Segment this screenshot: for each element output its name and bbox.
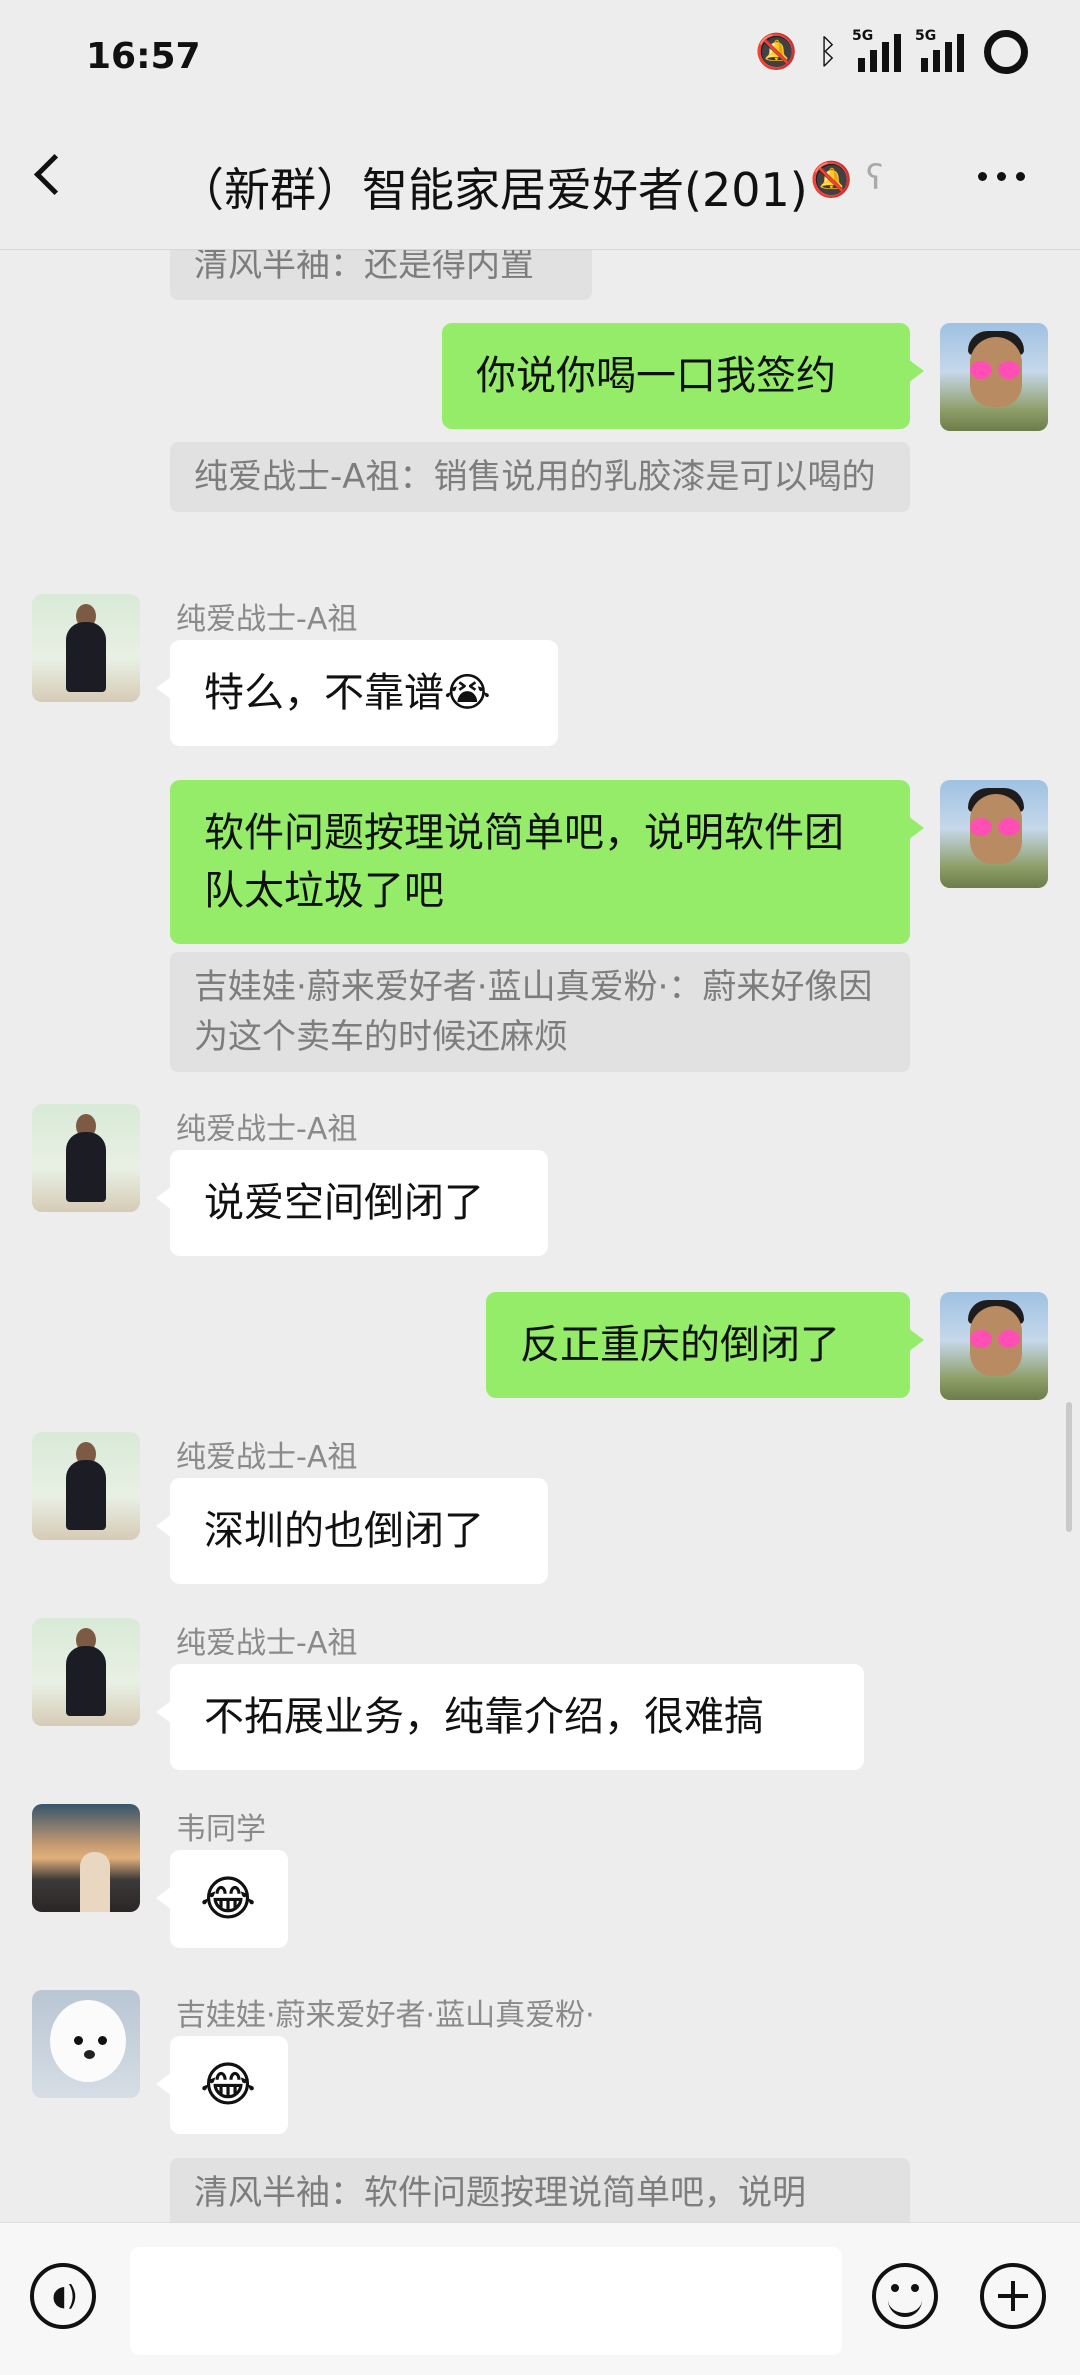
sender-name: 纯爱战士-A祖 — [176, 1440, 358, 1475]
quoted-message[interactable]: 清风半袖：还是得内置 — [170, 250, 592, 300]
quoted-message[interactable]: 纯爱战士-A祖：销售说用的乳胶漆是可以喝的 — [170, 442, 910, 512]
outgoing-message[interactable]: 你说你喝一口我签约 — [442, 323, 924, 429]
incoming-message[interactable]: 深圳的也倒闭了 — [156, 1478, 548, 1584]
message-list[interactable]: 清风半袖：还是得内置 你说你喝一口我签约 纯爱战士-A祖：销售说用的乳胶漆是可以… — [0, 250, 1080, 2222]
scrollbar[interactable] — [1066, 1402, 1072, 1532]
sender-avatar[interactable] — [32, 1804, 140, 1912]
quoted-message[interactable]: 清风半袖：软件问题按理说简单吧，说明 — [170, 2158, 910, 2222]
sender-avatar[interactable] — [32, 594, 140, 702]
bell-muted-icon: 🔕 — [755, 32, 798, 72]
bluetooth-icon: ᛒ — [817, 32, 838, 72]
sender-name: 吉娃娃·蔚来爱好者·蓝山真爱粉· — [176, 1998, 595, 2033]
chevron-left-icon[interactable] — [33, 153, 76, 196]
message-input[interactable] — [130, 2247, 842, 2355]
chat-header: （新群）智能家居爱好者(201) 🔕 ʕ — [0, 120, 1080, 250]
signal-5g-icon: 5G — [852, 28, 901, 72]
incoming-message[interactable]: 😂 — [156, 2036, 288, 2134]
network-label: 5G — [852, 28, 874, 44]
plus-icon[interactable] — [980, 2263, 1046, 2329]
outgoing-message[interactable]: 软件问题按理说简单吧，说明软件团队太垃圾了吧 — [170, 780, 924, 944]
signal-5g-icon: 5G — [915, 28, 964, 72]
sender-avatar[interactable] — [32, 1618, 140, 1726]
sender-name: 纯爱战士-A祖 — [176, 602, 358, 637]
incoming-message[interactable]: 特么，不靠谱😭 — [156, 640, 558, 746]
input-bar: ◖) — [0, 2222, 1080, 2375]
emoji-icon[interactable] — [872, 2263, 938, 2329]
status-bar: 16:57 🔕 ᛒ 5G 5G — [0, 0, 1080, 120]
self-avatar[interactable] — [940, 780, 1048, 888]
chat-title: （新群）智能家居爱好者(201) — [178, 163, 808, 217]
status-time: 16:57 — [86, 36, 201, 77]
sender-name: 纯爱战士-A祖 — [176, 1626, 358, 1661]
sender-name: 纯爱战士-A祖 — [176, 1112, 358, 1147]
voice-icon[interactable]: ◖) — [30, 2263, 96, 2329]
sender-avatar[interactable] — [32, 1432, 140, 1540]
incoming-message[interactable]: 😂 — [156, 1850, 288, 1948]
more-dots-icon[interactable] — [978, 172, 1025, 181]
bell-muted-icon: 🔕 — [810, 160, 853, 200]
network-label: 5G — [915, 28, 937, 44]
self-avatar[interactable] — [940, 1292, 1048, 1400]
ear-icon: ʕ — [866, 158, 884, 198]
status-icons: 🔕 ᛒ 5G 5G — [755, 28, 1028, 74]
battery-ring-icon — [984, 30, 1028, 74]
sender-avatar[interactable] — [32, 1104, 140, 1212]
quoted-message[interactable]: 吉娃娃·蔚来爱好者·蓝山真爱粉·：蔚来好像因为这个卖车的时候还麻烦 — [170, 952, 910, 1072]
outgoing-message[interactable]: 反正重庆的倒闭了 — [486, 1292, 924, 1398]
self-avatar[interactable] — [940, 323, 1048, 431]
incoming-message[interactable]: 说爱空间倒闭了 — [156, 1150, 548, 1256]
incoming-message[interactable]: 不拓展业务，纯靠介绍，很难搞 — [156, 1664, 864, 1770]
sender-name: 韦同学 — [176, 1812, 266, 1847]
sender-avatar[interactable] — [32, 1990, 140, 2098]
